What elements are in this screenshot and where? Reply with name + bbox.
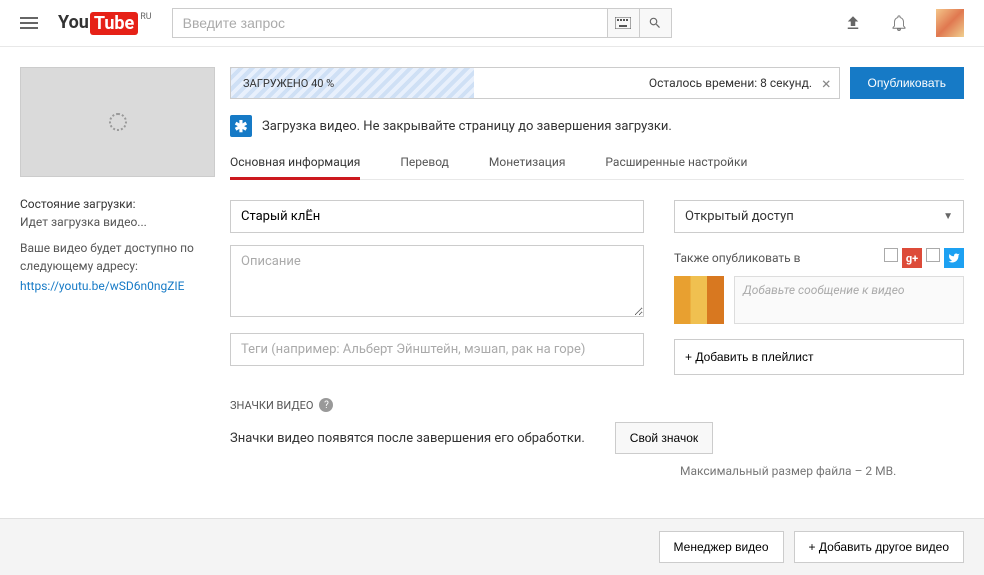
upload-icon[interactable]	[844, 14, 862, 32]
time-remaining: Осталось времени: 8 секунд.	[649, 76, 812, 90]
notifications-icon[interactable]	[890, 14, 908, 32]
upload-status-title: Состояние загрузки:	[20, 197, 215, 211]
gplus-checkbox[interactable]	[884, 248, 898, 262]
menu-icon[interactable]	[20, 14, 38, 32]
video-url-link[interactable]: https://youtu.be/wSD6n0ngZIE	[20, 279, 184, 293]
info-badge-icon: ✱	[230, 115, 252, 137]
chevron-down-icon: ▼	[943, 211, 953, 222]
video-description-input[interactable]	[230, 245, 644, 317]
thumbnails-max-size-note: Максимальный размер файла – 2 MB.	[680, 464, 964, 478]
share-label: Также опубликовать в	[674, 251, 801, 265]
gplus-icon: g+	[902, 248, 922, 268]
tab-basic-info[interactable]: Основная информация	[230, 147, 360, 180]
keyboard-icon[interactable]	[608, 8, 640, 38]
logo-region: RU	[140, 12, 151, 22]
twitter-icon	[944, 248, 964, 268]
video-thumbnail-placeholder	[20, 67, 215, 177]
share-message-input[interactable]: Добавьте сообщение к видео	[734, 276, 964, 324]
video-tags-input[interactable]	[230, 333, 644, 366]
upload-progress-bar: ЗАГРУЖЕНО 40 % Осталось времени: 8 секун…	[230, 67, 840, 99]
add-to-playlist-button[interactable]: + Добавить в плейлист	[674, 339, 964, 375]
info-message: Загрузка видео. Не закрывайте страницу д…	[262, 119, 672, 134]
search-button[interactable]	[640, 8, 672, 38]
logo-you: You	[58, 12, 89, 33]
custom-thumbnail-button[interactable]: Свой значок	[615, 422, 713, 454]
publish-button[interactable]: Опубликовать	[850, 67, 964, 99]
search-input[interactable]	[172, 8, 608, 38]
help-icon[interactable]: ?	[319, 398, 333, 412]
add-another-video-button[interactable]: + Добавить другое видео	[794, 531, 964, 563]
twitter-checkbox[interactable]	[926, 248, 940, 262]
privacy-value: Открытый доступ	[685, 209, 794, 224]
video-manager-button[interactable]: Менеджер видео	[659, 531, 784, 563]
share-thumbnail	[674, 276, 724, 324]
spinner-icon	[109, 113, 127, 131]
logo[interactable]: You Tube RU	[58, 12, 152, 35]
tab-advanced[interactable]: Расширенные настройки	[605, 147, 747, 179]
logo-tube: Tube	[90, 12, 138, 35]
tab-translations[interactable]: Перевод	[400, 147, 449, 179]
thumbnails-description: Значки видео появятся после завершения е…	[230, 431, 585, 446]
tab-monetization[interactable]: Монетизация	[489, 147, 565, 179]
video-title-input[interactable]	[230, 200, 644, 233]
avatar[interactable]	[936, 9, 964, 37]
privacy-select[interactable]: Открытый доступ ▼	[674, 200, 964, 233]
cancel-upload-icon[interactable]: ×	[822, 74, 831, 93]
progress-label: ЗАГРУЖЕНО 40 %	[231, 77, 334, 90]
upload-status-desc: Ваше видео будет доступно по следующему …	[20, 239, 215, 275]
thumbnails-section-title: ЗНАЧКИ ВИДЕО	[230, 399, 313, 412]
upload-status-line: Идет загрузка видео...	[20, 215, 215, 229]
